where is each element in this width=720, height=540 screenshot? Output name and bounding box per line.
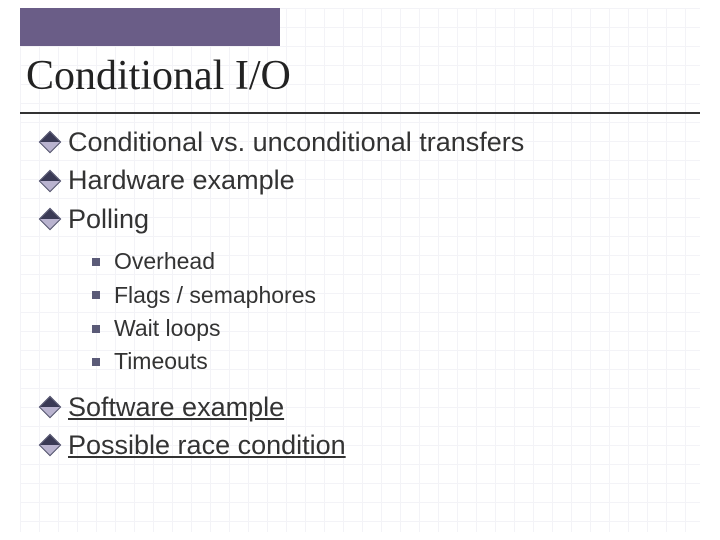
- list-item: Hardware example: [42, 162, 682, 198]
- square-bullet-icon: [92, 258, 100, 266]
- list-item-label: Timeouts: [114, 345, 208, 378]
- list-item-label: Flags / semaphores: [114, 279, 316, 312]
- list-item: Polling: [42, 201, 682, 237]
- sub-list: Overhead Flags / semaphores Wait loops T…: [92, 245, 682, 378]
- slide-body: Conditional vs. unconditional transfers …: [42, 122, 682, 466]
- list-item-label: Software example: [68, 389, 284, 425]
- list-item-label: Conditional vs. unconditional transfers: [68, 124, 524, 160]
- square-bullet-icon: [92, 291, 100, 299]
- list-item-label: Hardware example: [68, 162, 295, 198]
- list-item: Overhead: [92, 245, 682, 278]
- list-item-label: Possible race condition: [68, 427, 346, 463]
- diamond-bullet-icon: [39, 434, 62, 457]
- list-item: Possible race condition: [42, 427, 682, 463]
- list-item-label: Overhead: [114, 245, 215, 278]
- diamond-bullet-icon: [39, 169, 62, 192]
- diamond-bullet-icon: [39, 208, 62, 231]
- list-item: Timeouts: [92, 345, 682, 378]
- list-item: Conditional vs. unconditional transfers: [42, 124, 682, 160]
- title-underline: [20, 112, 700, 114]
- square-bullet-icon: [92, 358, 100, 366]
- diamond-bullet-icon: [39, 396, 62, 419]
- list-item: Wait loops: [92, 312, 682, 345]
- list-item: Flags / semaphores: [92, 279, 682, 312]
- slide: Conditional I/O Conditional vs. uncondit…: [0, 0, 720, 540]
- list-item-label: Wait loops: [114, 312, 221, 345]
- list-item-label: Polling: [68, 201, 149, 237]
- list-item: Software example: [42, 389, 682, 425]
- square-bullet-icon: [92, 325, 100, 333]
- accent-bar: [20, 8, 280, 46]
- diamond-bullet-icon: [39, 131, 62, 154]
- slide-title: Conditional I/O: [26, 52, 291, 100]
